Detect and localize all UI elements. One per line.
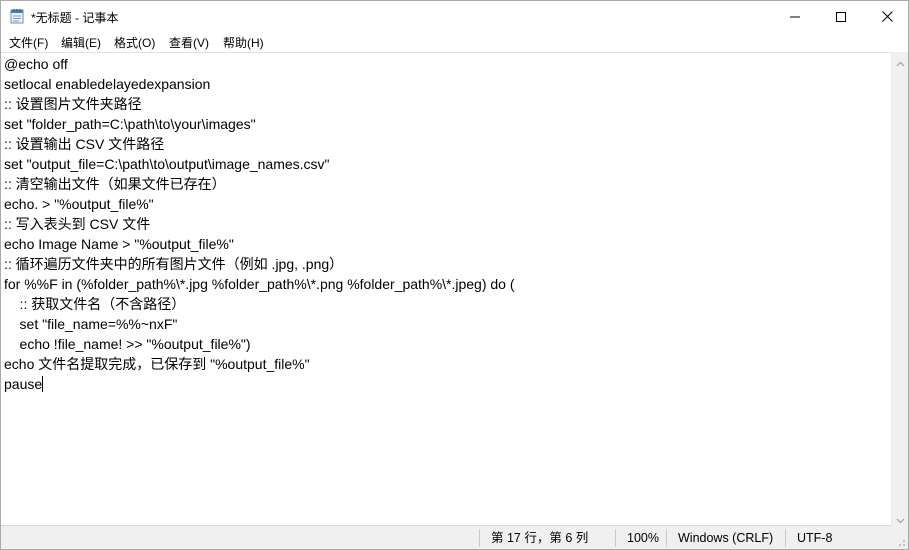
menu-help[interactable]: 帮助(H) <box>223 34 264 51</box>
size-grip[interactable] <box>891 525 908 549</box>
menu-view[interactable]: 查看(V) <box>169 34 209 51</box>
editor-line: echo Image Name > "%output_file%" <box>4 236 234 252</box>
editor-line: set "folder_path=C:\path\to\your\images" <box>4 116 256 132</box>
text-caret <box>42 376 44 392</box>
editor-line: @echo off <box>4 56 68 72</box>
minimize-button[interactable] <box>772 1 818 32</box>
menu-file[interactable]: 文件(F) <box>9 34 48 51</box>
notepad-icon <box>10 8 24 24</box>
scroll-up-arrow-icon[interactable] <box>896 56 905 67</box>
status-divider <box>785 529 786 547</box>
resize-grip-icon <box>899 540 905 546</box>
status-divider <box>479 529 480 547</box>
status-cursor-position: 第 17 行，第 6 列 <box>491 531 589 545</box>
status-divider <box>615 529 616 547</box>
editor-line: for %%F in (%folder_path%\*.jpg %folder_… <box>4 276 515 292</box>
maximize-icon <box>836 11 846 22</box>
notepad-window: *无标题 - 记事本 文件(F) 编辑(E) 格式(O) 查看(V) 帮助(H)… <box>0 0 909 550</box>
editor-line-last: pause <box>4 374 44 394</box>
editor-line: echo !file_name! >> "%output_file%") <box>4 336 251 352</box>
menu-format[interactable]: 格式(O) <box>114 34 155 51</box>
window-title: *无标题 - 记事本 <box>31 11 119 25</box>
editor-line: :: 获取文件名（不含路径） <box>4 296 186 312</box>
minimize-icon <box>790 12 800 22</box>
status-line-ending: Windows (CRLF) <box>678 531 774 545</box>
editor-line: :: 清空输出文件（如果文件已存在） <box>4 176 226 192</box>
editor-line: set "file_name=%%~nxF" <box>4 316 178 332</box>
status-encoding: UTF-8 <box>797 531 833 545</box>
maximize-button[interactable] <box>818 1 864 32</box>
editor-line: :: 设置输出 CSV 文件路径 <box>4 136 165 152</box>
status-divider <box>666 529 667 547</box>
editor-line: echo. > "%output_file%" <box>4 196 154 212</box>
close-icon <box>881 11 893 22</box>
editor-line: :: 循环遍历文件夹中的所有图片文件（例如 .jpg, .png） <box>4 256 344 272</box>
editor-line: echo 文件名提取完成，已保存到 "%output_file%" <box>4 356 310 372</box>
status-bar: 第 17 行，第 6 列 100% Windows (CRLF) UTF-8 <box>1 525 891 549</box>
vertical-scrollbar[interactable] <box>891 52 908 525</box>
scroll-down-arrow-icon[interactable] <box>896 512 905 524</box>
editor-line: set "output_file=C:\path\to\output\image… <box>4 156 330 172</box>
menu-edit[interactable]: 编辑(E) <box>61 34 101 51</box>
close-button[interactable] <box>864 1 909 32</box>
editor-line: :: 写入表头到 CSV 文件 <box>4 216 151 232</box>
status-zoom: 100% <box>627 531 659 545</box>
editor-line: :: 设置图片文件夹路径 <box>4 96 142 112</box>
editor-line: setlocal enabledelayedexpansion <box>4 76 211 92</box>
menu-bar: 文件(F) 编辑(E) 格式(O) 查看(V) 帮助(H) <box>1 32 908 52</box>
editor-line-text: pause <box>4 376 43 392</box>
title-bar[interactable]: *无标题 - 记事本 <box>1 1 908 32</box>
text-editor[interactable]: @echo off setlocal enabledelayedexpansio… <box>1 52 891 525</box>
